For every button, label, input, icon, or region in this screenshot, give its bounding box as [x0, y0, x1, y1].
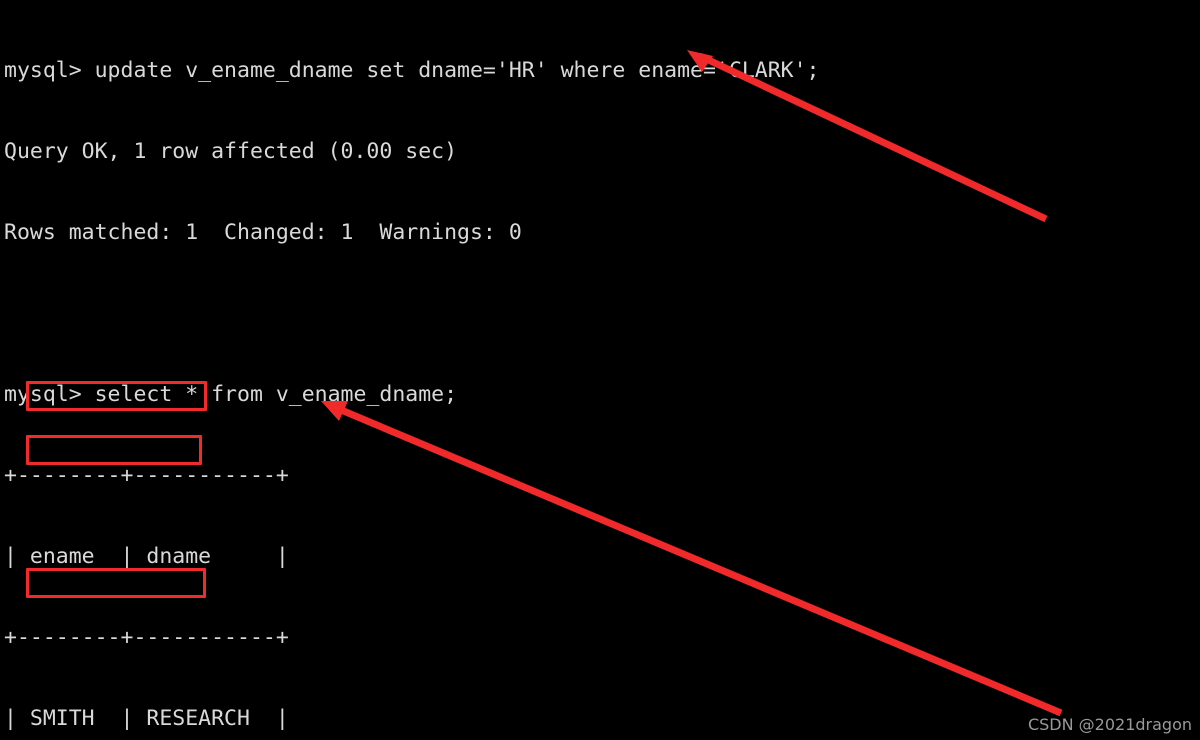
table-border-header: +--------+-----------+ — [4, 625, 289, 650]
table-header-row: | ename | dname | — [4, 544, 289, 569]
terminal-window[interactable]: mysql> update v_ename_dname set dname='H… — [0, 0, 1200, 740]
console-output: mysql> update v_ename_dname set dname='H… — [4, 3, 819, 740]
watermark-label: CSDN @2021dragon — [1027, 715, 1192, 734]
terminal-line: mysql> select * from v_ename_dname; — [4, 382, 458, 407]
terminal-line: Rows matched: 1 Changed: 1 Warnings: 0 — [4, 220, 522, 245]
table-row: | SMITH | RESEARCH | — [4, 706, 289, 731]
terminal-line: Query OK, 1 row affected (0.00 sec) — [4, 139, 458, 164]
table-border-top: +--------+-----------+ — [4, 463, 289, 488]
terminal-line: mysql> update v_ename_dname set dname='H… — [4, 58, 820, 83]
